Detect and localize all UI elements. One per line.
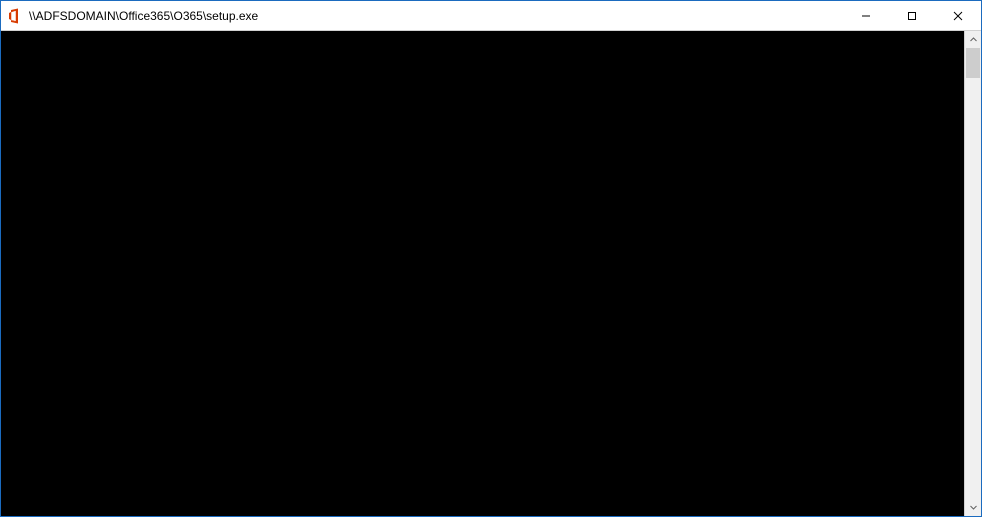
window-controls	[843, 1, 981, 30]
client-area	[1, 31, 981, 516]
office-icon	[7, 8, 23, 24]
maximize-button[interactable]	[889, 1, 935, 30]
scroll-track[interactable]	[965, 48, 981, 499]
console-window: \\ADFSDOMAIN\Office365\O365\setup.exe	[0, 0, 982, 517]
close-button[interactable]	[935, 1, 981, 30]
window-title: \\ADFSDOMAIN\Office365\O365\setup.exe	[29, 9, 843, 23]
console-output[interactable]	[1, 31, 964, 516]
scroll-down-button[interactable]	[965, 499, 981, 516]
scroll-up-button[interactable]	[965, 31, 981, 48]
vertical-scrollbar[interactable]	[964, 31, 981, 516]
titlebar[interactable]: \\ADFSDOMAIN\Office365\O365\setup.exe	[1, 1, 981, 31]
minimize-button[interactable]	[843, 1, 889, 30]
scroll-thumb[interactable]	[966, 48, 980, 78]
